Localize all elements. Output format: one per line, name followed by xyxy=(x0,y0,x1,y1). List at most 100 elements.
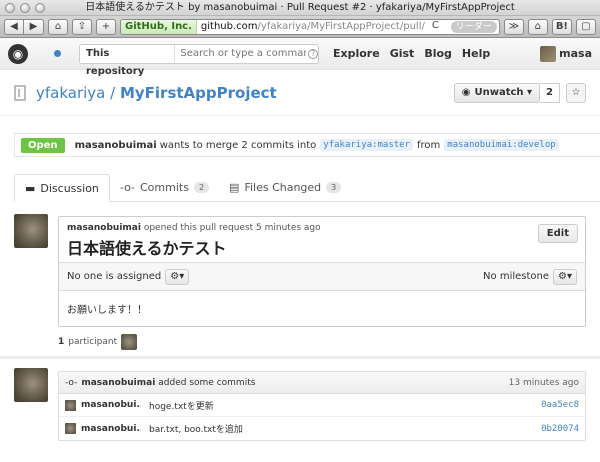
author-avatar[interactable] xyxy=(14,214,48,248)
commits-header-text: added some commits xyxy=(158,377,256,388)
home-button[interactable]: ⌂ xyxy=(48,18,68,35)
extension-button-2[interactable]: ⌂ xyxy=(527,18,548,35)
pr-meta-bar: Open masanobuimai wants to merge 2 commi… xyxy=(14,133,600,157)
minimize-window-button[interactable] xyxy=(20,3,30,13)
extension-button-4[interactable]: ▢ xyxy=(576,18,596,35)
assignee-text: No one is assigned xyxy=(67,271,162,282)
repo-owner-link[interactable]: yfakariya xyxy=(36,84,105,102)
github-header: ◉ This repository ? Explore Gist Blog He… xyxy=(0,38,600,77)
edit-button[interactable]: Edit xyxy=(537,224,578,243)
url-host: github.com xyxy=(200,21,258,32)
search-help-icon[interactable]: ? xyxy=(308,48,318,59)
commit-row-message[interactable]: hoge.txtを更新 xyxy=(149,399,214,412)
star-icon[interactable]: ☆ xyxy=(566,82,586,103)
window-controls xyxy=(5,3,45,13)
pr-author-link[interactable]: masanobuimai xyxy=(75,140,157,151)
timeline-divider xyxy=(0,356,600,359)
unwatch-label: Unwatch ▾ xyxy=(474,87,533,98)
commit-row: masanobui... hoge.txtを更新 0aa5ec8 xyxy=(59,394,585,417)
add-bookmark-button[interactable]: + xyxy=(96,18,116,35)
repo-name-link[interactable]: MyFirstAppProject xyxy=(120,84,277,102)
discussion-box: masanobuimai opened this pull request 5 … xyxy=(58,216,586,327)
forward-button[interactable]: ▶ xyxy=(24,18,44,35)
repo-title: yfakariya / MyFirstAppProject xyxy=(36,84,277,102)
discussion-header: masanobuimai opened this pull request 5 … xyxy=(59,217,585,262)
share-button[interactable]: ⇪ xyxy=(72,18,92,35)
top-nav: Explore Gist Blog Help xyxy=(333,47,490,60)
repo-icon xyxy=(14,84,26,101)
pr-tabs: ▬ Discussion -o- Commits 2 ▤ Files Chang… xyxy=(14,174,600,202)
username-link[interactable]: masa xyxy=(559,47,592,60)
commit-row-avatar[interactable] xyxy=(65,423,76,434)
reload-icon[interactable]: C xyxy=(429,20,442,34)
pr-body: お願いします！！ xyxy=(67,305,147,316)
certificate-badge[interactable]: GitHub, Inc. xyxy=(121,19,197,34)
file-diff-icon: ▤ xyxy=(229,181,240,194)
window-title: 日本語使えるかテスト by masanobuimai · Pull Reques… xyxy=(85,2,515,13)
commits-author-link[interactable]: masanobuimai xyxy=(81,378,155,388)
user-avatar[interactable] xyxy=(540,45,557,62)
hatena-bookmark-button[interactable]: B! xyxy=(551,18,572,35)
nav-button-group: ◀ ▶ xyxy=(4,18,44,35)
search-box: This repository ? xyxy=(79,43,319,77)
reader-button[interactable]: リーダー xyxy=(450,20,497,33)
unwatch-button[interactable]: ◉ Unwatch ▾ xyxy=(453,82,541,103)
milestone-gear-icon[interactable]: ⚙▾ xyxy=(553,268,577,285)
commit-icon: -o- xyxy=(119,181,135,194)
commit-row: masanobui... bar.txt, boo.txtを追加 0b20074 xyxy=(59,417,585,440)
opened-text: opened this pull request 5 minutes ago xyxy=(143,223,321,233)
url-path: /yfakariya/MyFirstAppProject/pull/ xyxy=(257,21,425,32)
commit-author-avatar[interactable] xyxy=(14,368,48,402)
participants: 1 participant xyxy=(58,334,138,350)
base-branch[interactable]: yfakariya:master xyxy=(320,139,413,151)
extension-button-1[interactable]: ≫ xyxy=(503,18,524,35)
commits-count-badge: 2 xyxy=(193,182,210,193)
nav-blog[interactable]: Blog xyxy=(424,47,452,60)
participant-label: participant xyxy=(68,337,118,347)
tab-discussion[interactable]: ▬ Discussion xyxy=(14,174,110,202)
discussion-author-link[interactable]: masanobuimai xyxy=(67,223,141,233)
eye-icon: ◉ xyxy=(461,87,471,98)
commits-time: 13 minutes ago xyxy=(508,377,579,388)
close-window-button[interactable] xyxy=(5,3,15,13)
search-scope[interactable]: This repository xyxy=(80,44,176,77)
tab-files-label: Files Changed xyxy=(244,181,322,194)
commit-row-avatar[interactable] xyxy=(65,399,76,411)
zoom-window-button[interactable] xyxy=(35,3,45,13)
commit-icon: -o- xyxy=(65,377,78,388)
milestone-text: No milestone xyxy=(483,271,550,282)
participant-avatar[interactable] xyxy=(121,334,138,350)
assignee-gear-icon[interactable]: ⚙▾ xyxy=(165,268,190,285)
participant-count: 1 xyxy=(58,337,65,347)
pr-title: 日本語使えるかテスト xyxy=(67,239,227,258)
nav-help[interactable]: Help xyxy=(462,47,490,60)
nav-explore[interactable]: Explore xyxy=(333,47,380,60)
discussion-icon: ▬ xyxy=(25,181,36,195)
tab-commits-label: Commits xyxy=(139,181,189,194)
tab-files-changed[interactable]: ▤ Files Changed 3 xyxy=(219,174,351,201)
search-input[interactable] xyxy=(175,48,307,59)
page: { "window":{"title":"日本語使えるかテスト by masan… xyxy=(0,0,600,462)
commit-row-sha[interactable]: 0b20074 xyxy=(541,424,579,434)
github-logo-icon[interactable]: ◉ xyxy=(8,43,28,64)
commit-row-sha[interactable]: 0aa5ec8 xyxy=(541,400,579,410)
head-branch[interactable]: masanobuimai:develop xyxy=(444,139,559,151)
tab-commits[interactable]: -o- Commits 2 xyxy=(110,174,219,201)
pr-merge-text: wants to merge 2 commits into xyxy=(159,139,317,151)
assignee-milestone-bar: No one is assigned ⚙▾ No milestone ⚙▾ xyxy=(59,262,585,291)
back-button[interactable]: ◀ xyxy=(4,18,24,35)
notification-dot-icon[interactable] xyxy=(54,50,61,57)
repo-separator: / xyxy=(105,83,120,102)
browser-toolbar: ◀ ▶ ⌂ ⇪ + GitHub, Inc. github.com /yfaka… xyxy=(0,16,600,38)
commit-row-author[interactable]: masanobui... xyxy=(81,400,141,410)
address-bar[interactable]: GitHub, Inc. github.com /yfakariya/MyFir… xyxy=(120,18,500,35)
pr-from-text: from xyxy=(417,139,441,151)
pr-status-badge: Open xyxy=(21,137,65,153)
nav-gist[interactable]: Gist xyxy=(390,47,415,60)
commits-box: -o- masanobuimai added some commits 13 m… xyxy=(58,371,586,441)
tab-discussion-label: Discussion xyxy=(40,181,99,195)
commit-row-message[interactable]: bar.txt, boo.txtを追加 xyxy=(149,422,243,435)
watch-count[interactable]: 2 xyxy=(540,82,560,103)
opened-line: masanobuimai opened this pull request 5 … xyxy=(67,223,577,233)
commit-row-author[interactable]: masanobui... xyxy=(81,424,141,434)
